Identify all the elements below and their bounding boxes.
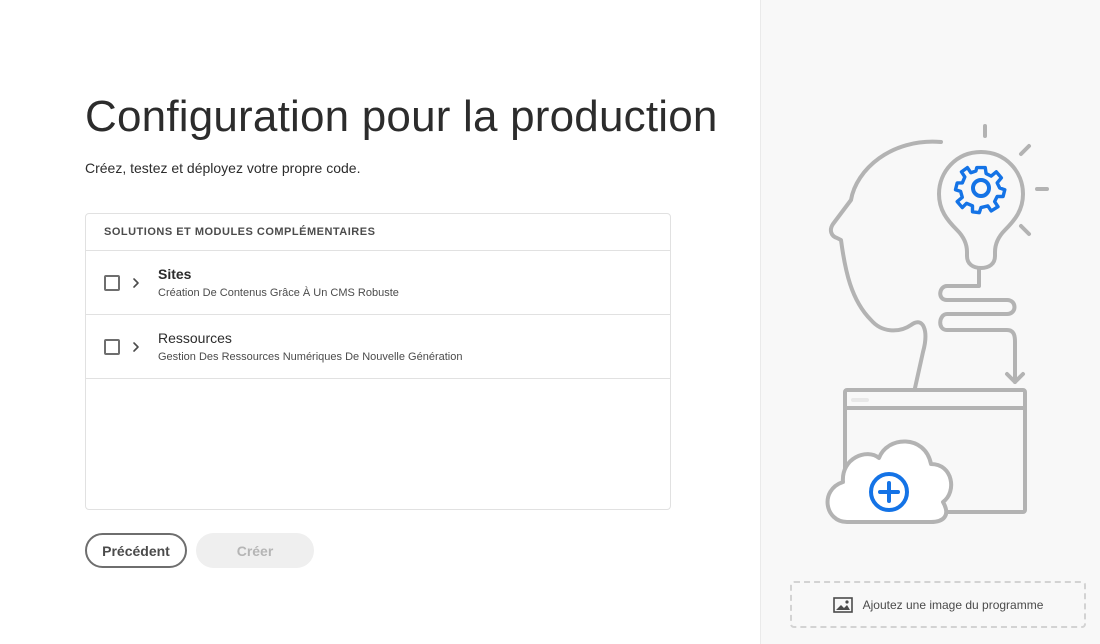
chevron-right-icon[interactable] bbox=[130, 277, 142, 289]
list-item-title: Sites bbox=[158, 266, 192, 282]
solutions-panel: SOLUTIONS ET MODULES COMPLÉMENTAIRES Sit… bbox=[85, 213, 671, 510]
head-outline-icon bbox=[828, 139, 943, 390]
list-item-description: Gestion Des Ressources Numériques De Nou… bbox=[158, 351, 463, 363]
page-title: Configuration pour la production bbox=[85, 92, 718, 141]
panel-header: SOLUTIONS ET MODULES COMPLÉMENTAIRES bbox=[86, 214, 670, 251]
setup-illustration bbox=[825, 124, 1049, 524]
illustration-pane: Ajoutez une image du programme bbox=[760, 0, 1100, 644]
page-subtitle: Créez, testez et déployez votre propre c… bbox=[85, 160, 361, 176]
main-pane: Configuration pour la production Créez, … bbox=[0, 0, 760, 644]
previous-button[interactable]: Précédent bbox=[85, 533, 187, 568]
ressources-checkbox[interactable] bbox=[104, 338, 120, 355]
add-image-label: Ajoutez une image du programme bbox=[862, 597, 1044, 612]
list-item-sites[interactable]: Sites Création De Contenus Grâce À Un CM… bbox=[86, 251, 670, 315]
chevron-right-icon[interactable] bbox=[130, 341, 142, 353]
list-item-title: Ressources bbox=[158, 330, 232, 346]
list-item-description: Création De Contenus Grâce À Un CMS Robu… bbox=[158, 287, 399, 299]
list-item-ressources[interactable]: Ressources Gestion Des Ressources Numéri… bbox=[86, 315, 670, 379]
image-icon bbox=[832, 596, 853, 613]
sites-checkbox[interactable] bbox=[104, 274, 120, 291]
ressources-text: Ressources Gestion Des Ressources Numéri… bbox=[158, 330, 462, 363]
gear-icon bbox=[953, 165, 1007, 215]
add-program-image-button[interactable]: Ajoutez une image du programme bbox=[790, 581, 1086, 628]
sites-text: Sites Création De Contenus Grâce À Un CM… bbox=[158, 266, 399, 299]
create-button[interactable]: Créer bbox=[196, 533, 314, 568]
